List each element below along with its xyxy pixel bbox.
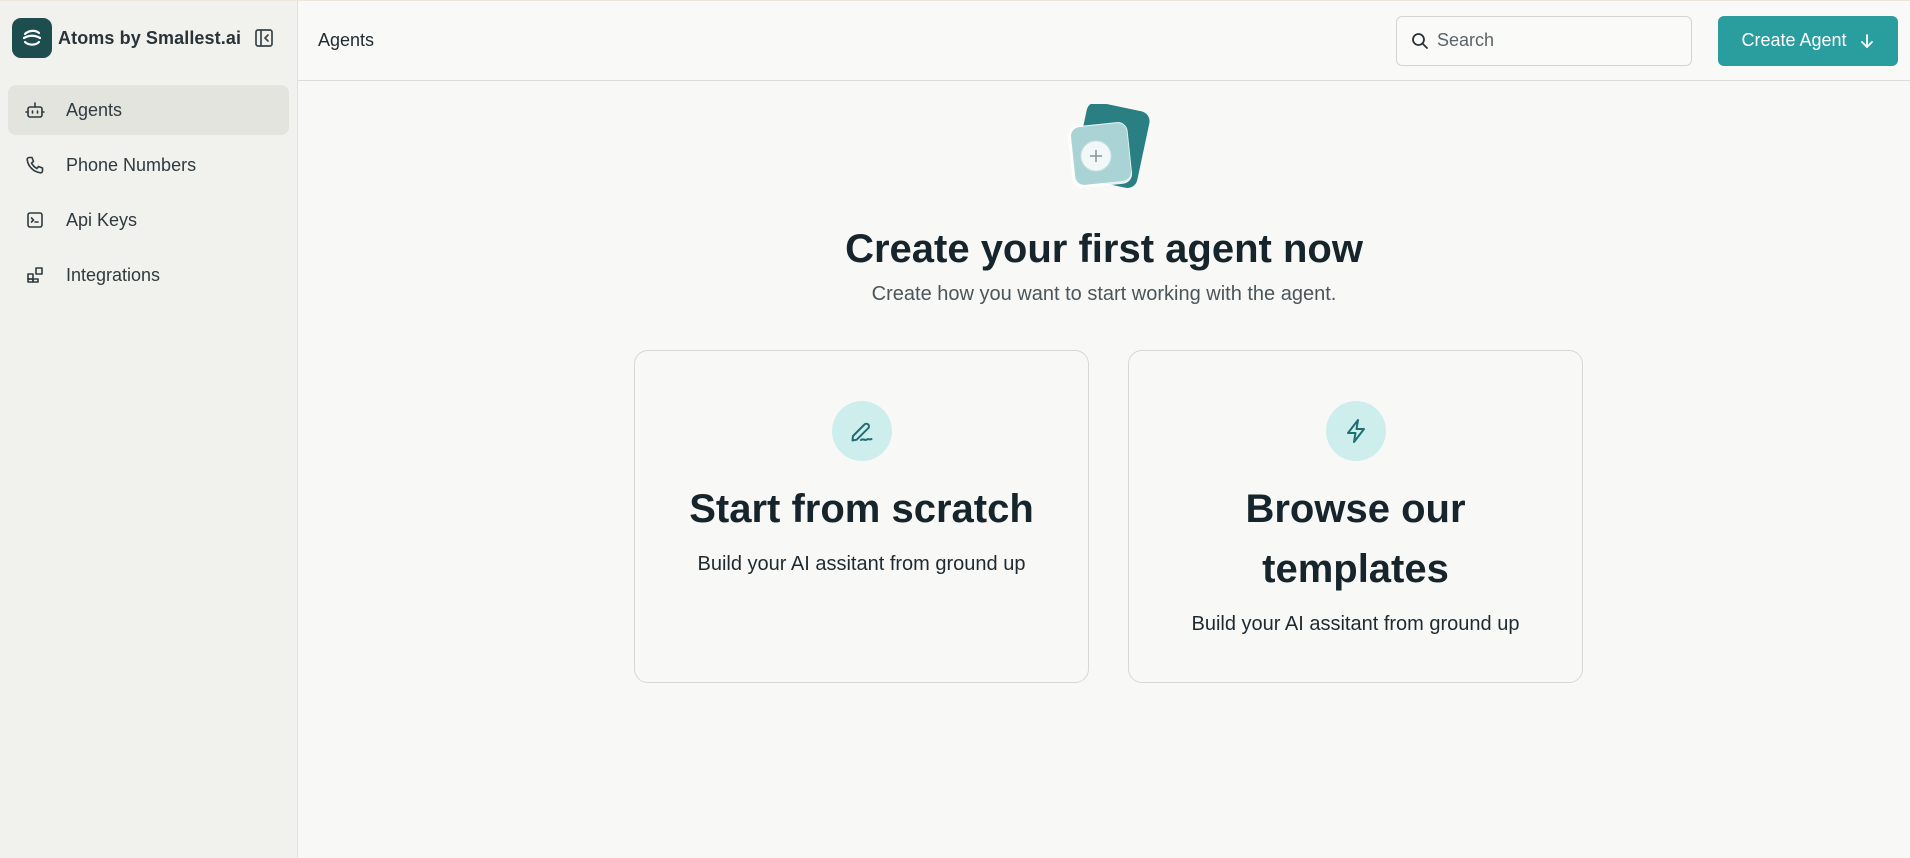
sidebar-item-label: Integrations <box>66 264 161 285</box>
sidebar-item-phone-numbers[interactable]: Phone Numbers <box>8 140 289 190</box>
card-title: Browse our templates <box>1245 487 1466 591</box>
sidebar-item-agents[interactable]: Agents <box>8 85 289 135</box>
brand-header: Atoms by Smallest.ai <box>0 1 297 75</box>
card-description: Build your AI assitant from ground up <box>697 553 1026 575</box>
page-subtitle: Create how you want to start working wit… <box>871 283 1337 305</box>
create-agent-button[interactable]: Create Agent <box>1718 15 1898 66</box>
collapse-sidebar-button[interactable] <box>251 25 277 51</box>
search-icon <box>1412 32 1428 49</box>
sidebar-collapse-icon <box>255 29 273 47</box>
lightning-icon <box>1325 401 1386 461</box>
sidebar-item-api-keys[interactable]: Api Keys <box>8 195 289 245</box>
phone-icon <box>24 154 46 176</box>
pen-icon <box>831 401 892 461</box>
terminal-icon <box>24 209 46 231</box>
create-agent-illustration-icon <box>1062 102 1152 194</box>
card-description: Build your AI assitant from ground up <box>1191 613 1520 635</box>
page-title: Create your first agent now <box>845 227 1363 271</box>
main-content: Agents Create Agent <box>298 1 1910 858</box>
sidebar-item-label: Phone Numbers <box>66 154 197 175</box>
start-from-scratch-card[interactable]: Start from scratch Build your AI assitan… <box>634 350 1089 683</box>
sidebar: Atoms by Smallest.ai Agents Phone Number… <box>0 1 298 858</box>
create-agent-label: Create Agent <box>1741 30 1847 50</box>
sidebar-item-integrations[interactable]: Integrations <box>8 250 289 300</box>
browse-templates-card[interactable]: Browse our templates Build your AI assit… <box>1128 350 1583 683</box>
breadcrumb: Agents <box>318 30 375 50</box>
sidebar-nav: Agents Phone Numbers Api Keys Integratio… <box>0 75 297 315</box>
search-input[interactable] <box>1437 30 1667 51</box>
smallest-logo-icon[interactable] <box>12 18 52 58</box>
blocks-icon <box>24 264 46 286</box>
sidebar-item-label: Api Keys <box>66 209 138 230</box>
app-root: Atoms by Smallest.ai Agents Phone Number… <box>0 0 1910 858</box>
robot-icon <box>24 99 46 121</box>
brand-name: Atoms by Smallest.ai <box>58 27 242 48</box>
sidebar-item-label: Agents <box>66 99 123 120</box>
search-box[interactable] <box>1396 15 1692 66</box>
card-title: Start from scratch <box>689 487 1034 531</box>
topbar: Agents Create Agent <box>298 1 1910 81</box>
arrow-down-icon <box>1859 33 1875 49</box>
